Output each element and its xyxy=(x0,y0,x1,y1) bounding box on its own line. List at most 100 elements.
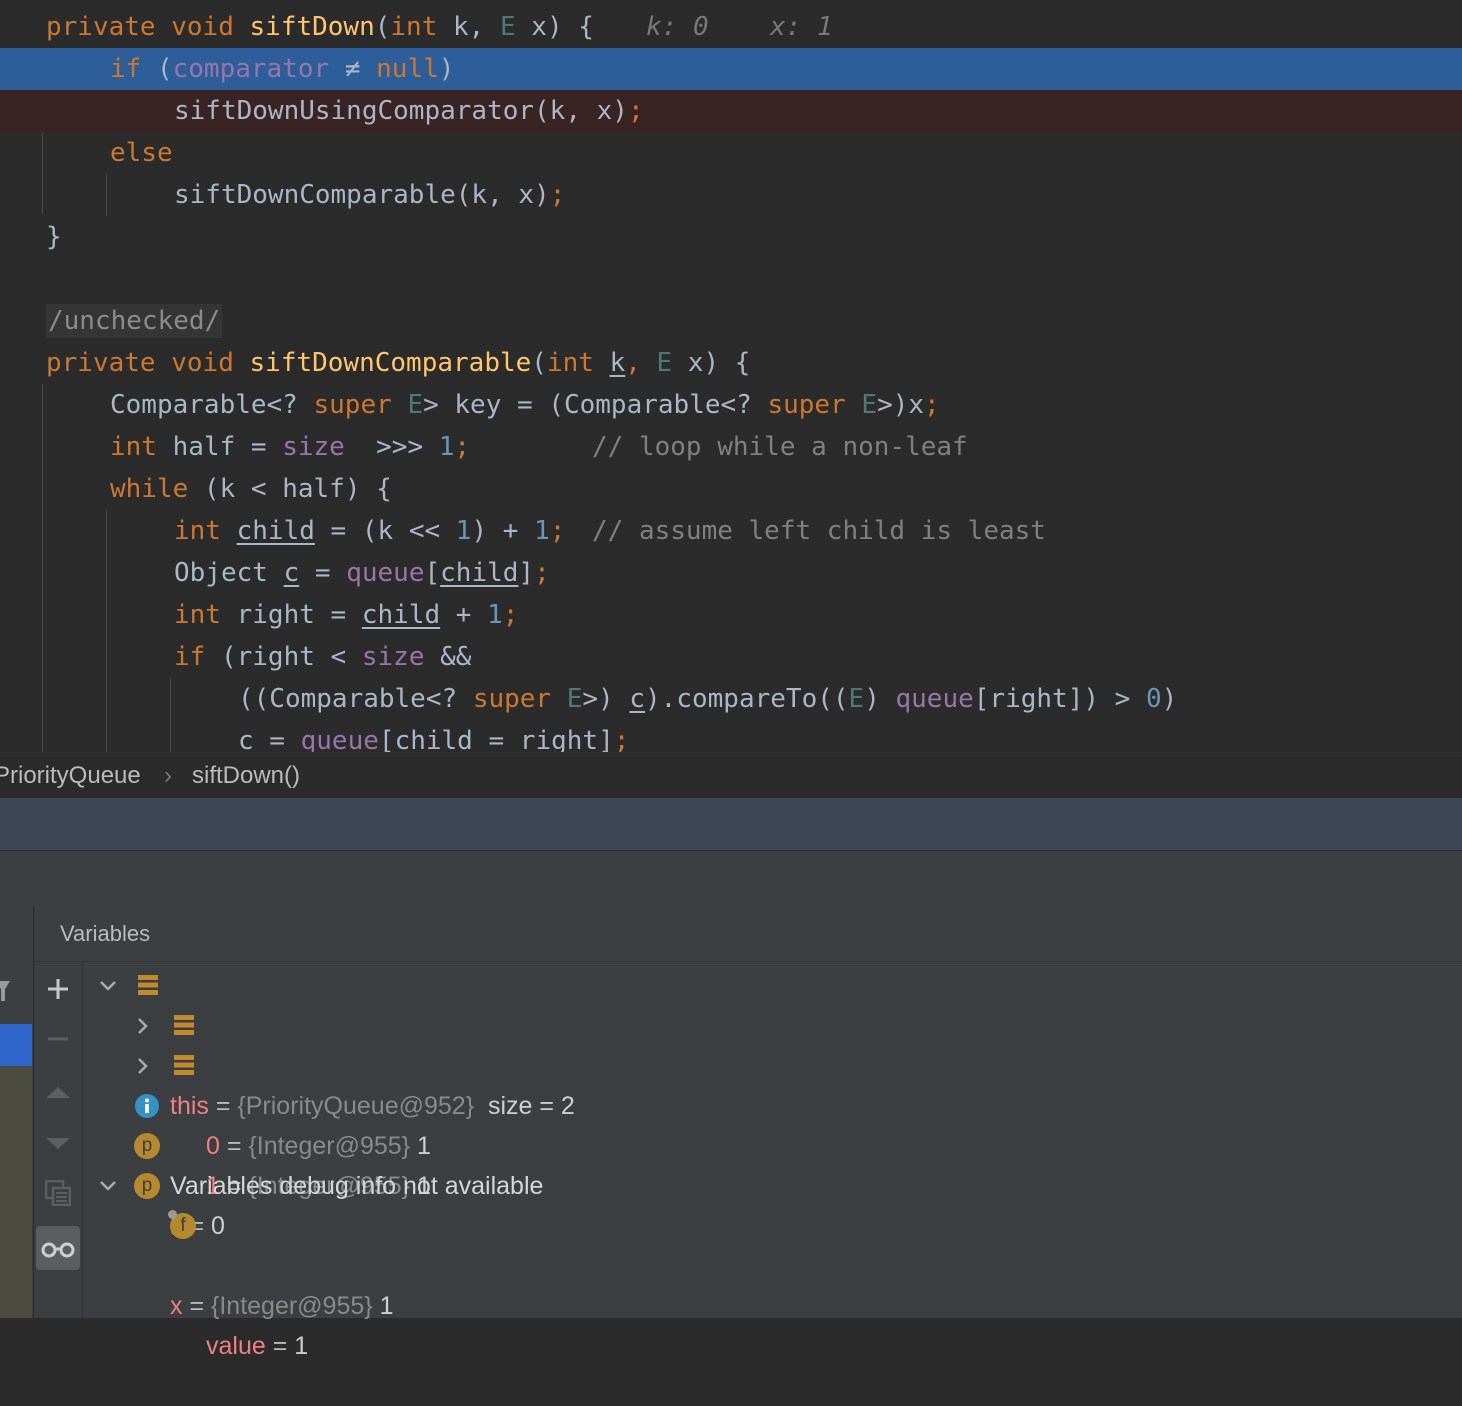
code-line[interactable]: ((Comparable<? super E>) c).compareTo((E… xyxy=(0,678,1462,720)
breadcrumb-class[interactable]: PriorityQueue xyxy=(0,753,141,799)
semicolon: ; xyxy=(924,390,940,420)
code-text: = xyxy=(299,558,347,588)
field-ref: queue xyxy=(346,558,425,588)
variable-ref: k xyxy=(609,348,626,378)
code-comment: // assume left child is least xyxy=(592,516,1046,546)
tree-row-element-1[interactable]: 1 = {Integer@955} 1 xyxy=(83,1046,1462,1200)
copy-button[interactable] xyxy=(34,1170,82,1216)
keyword: else xyxy=(110,138,173,168)
code-text: siftDownUsingComparator(k, x) xyxy=(174,96,628,126)
code-line[interactable]: Comparable<? super E> key = (Comparable<… xyxy=(0,384,1462,426)
field-ref: size xyxy=(282,432,345,462)
tree-row-value[interactable]: f value = 1 xyxy=(83,1206,1462,1360)
variable-ref: c xyxy=(629,684,646,714)
method-name: siftDown xyxy=(249,12,375,42)
execution-line[interactable]: if (comparator ≠ null) xyxy=(0,48,1462,90)
code-text: ( xyxy=(141,54,173,84)
type-param: E xyxy=(861,390,878,420)
code-line[interactable]: if (right < size && xyxy=(0,636,1462,678)
field-ref: size xyxy=(361,642,425,672)
remove-watch-button[interactable] xyxy=(34,1016,82,1062)
code-text: = (k << xyxy=(314,516,456,546)
code-text: ) xyxy=(864,684,896,714)
code-text: } xyxy=(46,222,62,252)
object-field-icon xyxy=(138,975,158,995)
semicolon: ; xyxy=(613,726,630,752)
move-up-button[interactable] xyxy=(34,1068,82,1114)
code-line[interactable]: siftDownComparable(k, x); xyxy=(0,174,1462,216)
type-param: E xyxy=(848,684,865,714)
object-field-icon xyxy=(174,1055,194,1075)
info-icon xyxy=(135,1094,159,1118)
selected-frame[interactable] xyxy=(0,1024,32,1066)
filter-icon[interactable] xyxy=(0,979,16,1003)
chevron-right-icon[interactable] xyxy=(137,1017,149,1035)
code-line[interactable]: int child = (k << 1) + 1; // assume left… xyxy=(0,510,1462,552)
code-text: ( xyxy=(531,348,547,378)
code-text: ( xyxy=(374,12,391,42)
code-text: ) xyxy=(1161,684,1178,714)
tree-row-this[interactable]: this = {PriorityQueue@952} size = 2 xyxy=(83,966,1462,1120)
breadcrumb-separator: › xyxy=(164,762,172,789)
field-ref: queue xyxy=(300,726,379,752)
code-line[interactable]: private void siftDownComparable(int k, E… xyxy=(0,342,1462,384)
inline-value-x: x: 1 xyxy=(770,12,833,42)
chevron-down-icon[interactable] xyxy=(99,980,117,992)
method-name: siftDownComparable xyxy=(249,348,532,378)
code-line[interactable]: } xyxy=(0,216,1462,258)
code-line[interactable]: private void siftDown(int k, E x) { k: 0… xyxy=(0,6,1462,48)
code-line[interactable]: Object c = queue[child]; xyxy=(0,552,1462,594)
var-name: value xyxy=(206,1332,266,1360)
tree-row-x[interactable]: p x = {Integer@955} 1 xyxy=(83,1166,1462,1320)
parameter-icon: p xyxy=(134,1133,160,1159)
chevron-down-icon[interactable] xyxy=(99,1180,117,1192)
number-literal: 1 xyxy=(438,432,455,462)
annotation: /unchecked/ xyxy=(46,304,223,338)
keyword: int xyxy=(546,348,594,378)
breakpoint-line[interactable]: siftDownUsingComparator(k, x); xyxy=(0,90,1462,132)
code-line[interactable]: else xyxy=(0,132,1462,174)
var-name: x xyxy=(170,1292,183,1320)
tree-row-element-0[interactable]: 0 = {Integer@955} 1 xyxy=(83,1006,1462,1160)
type-param: E xyxy=(566,684,583,714)
semicolon: ; xyxy=(627,96,644,126)
code-line[interactable]: int right = child + 1; xyxy=(0,594,1462,636)
variables-tree[interactable]: this = {PriorityQueue@952} size = 2 0 = … xyxy=(83,962,1462,1360)
keyword: void xyxy=(171,12,234,42)
code-editor[interactable]: private void siftDown(int k, E x) { k: 0… xyxy=(0,0,1462,752)
code-text: k, xyxy=(437,12,500,42)
code-text: right = xyxy=(220,600,362,630)
code-text: ) xyxy=(438,54,455,84)
code-text: + xyxy=(440,600,488,630)
minus-icon xyxy=(48,1037,68,1041)
code-line[interactable]: /unchecked/ xyxy=(0,300,1462,342)
tree-row-k[interactable]: p k = 0 xyxy=(83,1126,1462,1240)
variables-toolbar xyxy=(34,962,83,1318)
frames-panel xyxy=(0,907,34,1318)
code-text: ).compareTo(( xyxy=(645,684,849,714)
variables-title: Variables xyxy=(60,921,151,946)
chevron-right-icon[interactable] xyxy=(137,1057,149,1075)
code-text: x) { xyxy=(515,12,594,42)
plus-icon xyxy=(48,979,68,999)
object-field-icon xyxy=(174,1015,194,1035)
code-line[interactable]: while (k < half) { xyxy=(0,468,1462,510)
semicolon: ; xyxy=(549,180,566,210)
number-literal: 1 xyxy=(534,516,550,546)
keyword: if xyxy=(174,642,206,672)
variable-ref: c xyxy=(283,558,300,588)
move-down-button[interactable] xyxy=(34,1118,82,1164)
code-line[interactable]: c = queue[child = right]; xyxy=(0,720,1462,752)
debug-tool-window-header xyxy=(0,798,1462,851)
semicolon: ; xyxy=(454,432,471,462)
code-line[interactable]: int half = size >>> 1; // loop while a n… xyxy=(0,426,1462,468)
frames-list xyxy=(0,1066,32,1318)
show-watches-toggle[interactable] xyxy=(36,1226,80,1270)
inline-value-k: k: 0 xyxy=(646,12,709,42)
breadcrumb-method[interactable]: siftDown() xyxy=(192,753,300,799)
add-watch-button[interactable] xyxy=(34,966,82,1012)
